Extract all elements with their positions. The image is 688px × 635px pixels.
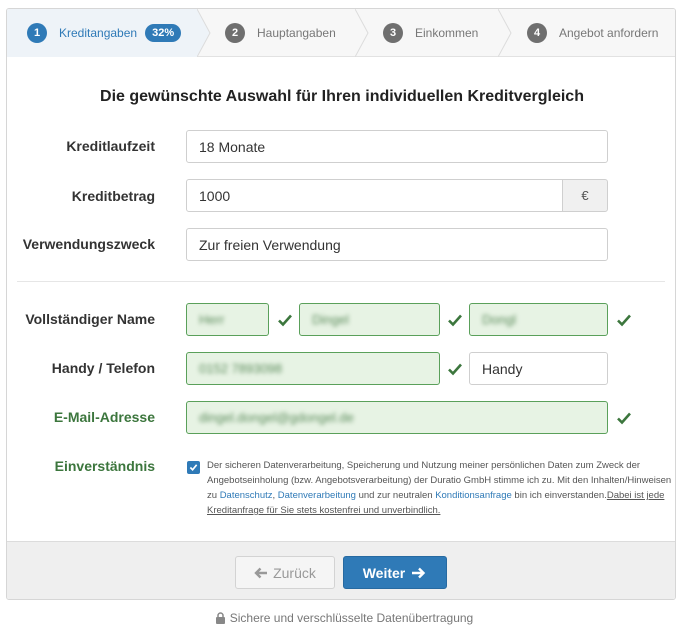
email-label: E-Mail-Adresse — [53, 409, 155, 425]
arrow-left-icon — [254, 567, 268, 578]
step-number: 4 — [527, 23, 547, 43]
phone-input[interactable]: 0152 7893098 — [186, 352, 440, 385]
verwendungszweck-select[interactable]: Zur freien Verwendung — [186, 228, 608, 261]
progress-badge: 32% — [145, 24, 182, 42]
checkmark-icon — [189, 464, 198, 471]
verwendungszweck-label: Verwendungszweck — [22, 236, 155, 252]
step-separator-icon — [498, 9, 512, 57]
name-label: Vollständiger Name — [25, 311, 155, 327]
form-title: Die gewünschte Auswahl für Ihren individ… — [100, 88, 584, 105]
consent-checkbox[interactable] — [187, 461, 200, 474]
back-button[interactable]: Zurück — [235, 556, 335, 589]
valid-check-icon — [448, 363, 462, 376]
datenschutz-link[interactable]: Datenschutz — [220, 490, 273, 501]
phone-label: Handy / Telefon — [51, 360, 155, 376]
step-angebot-anfordern[interactable]: 4 Angebot anfordern — [527, 9, 675, 57]
step-einkommen[interactable]: 3 Einkommen — [383, 9, 498, 57]
secure-transfer-note: Sichere und verschlüsselte Datenübertrag… — [0, 611, 688, 625]
step-separator-icon — [197, 9, 211, 57]
step-number: 3 — [383, 23, 403, 43]
valid-check-icon — [617, 314, 631, 327]
consent-text-part: und zur neutralen — [355, 490, 436, 501]
email-input[interactable]: dingel.dongel@gdongel.de — [186, 401, 608, 434]
consent-text-part: bin ich einverstanden. — [511, 490, 607, 501]
kreditlaufzeit-select[interactable]: 18 Monate — [186, 130, 608, 163]
step-number: 2 — [225, 23, 245, 43]
lock-icon — [215, 612, 225, 624]
form-footer: Zurück Weiter — [7, 541, 675, 599]
form-card: 1 Kreditangaben 32% 2 Hauptangaben 3 Ein… — [6, 8, 676, 600]
currency-addon: € — [562, 179, 608, 212]
phone-type-select[interactable]: Handy — [469, 352, 608, 385]
konditionsanfrage-link[interactable]: Konditionsanfrage — [435, 490, 512, 501]
email-value: dingel.dongel@gdongel.de — [199, 410, 354, 425]
divider — [17, 281, 665, 282]
step-label: Angebot anfordern — [559, 26, 659, 40]
last-name-input[interactable]: Dongl — [469, 303, 608, 336]
secure-transfer-text: Sichere und verschlüsselte Datenübertrag… — [229, 611, 474, 625]
valid-check-icon — [448, 314, 462, 327]
kreditbetrag-label: Kreditbetrag — [71, 188, 155, 204]
step-label: Kreditangaben — [59, 26, 138, 40]
first-name-value: Dingel — [312, 312, 349, 327]
kreditbetrag-input[interactable]: 1000 — [186, 179, 563, 212]
valid-check-icon — [278, 314, 292, 327]
datenverarbeitung-link[interactable]: Datenverarbeitung — [278, 490, 356, 501]
back-button-label: Zurück — [273, 564, 316, 581]
phone-value: 0152 7893098 — [199, 361, 283, 376]
next-button[interactable]: Weiter — [343, 556, 447, 589]
next-button-label: Weiter — [362, 564, 406, 581]
consent-text: Der sicheren Datenverarbeitung, Speicher… — [207, 458, 672, 518]
step-number: 1 — [27, 23, 47, 43]
arrow-right-icon — [412, 567, 426, 578]
step-hauptangaben[interactable]: 2 Hauptangaben — [225, 9, 355, 57]
last-name-value: Dongl — [482, 312, 516, 327]
step-label: Hauptangaben — [257, 26, 336, 40]
step-separator-icon — [355, 9, 369, 57]
kreditlaufzeit-label: Kreditlaufzeit — [66, 138, 155, 154]
step-kreditangaben[interactable]: 1 Kreditangaben 32% — [7, 9, 197, 57]
salutation-select[interactable]: Herr — [186, 303, 269, 336]
consent-label: Einverständnis — [54, 458, 155, 474]
step-label: Einkommen — [415, 26, 479, 40]
step-progress-bar: 1 Kreditangaben 32% 2 Hauptangaben 3 Ein… — [7, 9, 675, 57]
first-name-input[interactable]: Dingel — [299, 303, 440, 336]
valid-check-icon — [617, 412, 631, 425]
salutation-value: Herr — [199, 312, 225, 327]
